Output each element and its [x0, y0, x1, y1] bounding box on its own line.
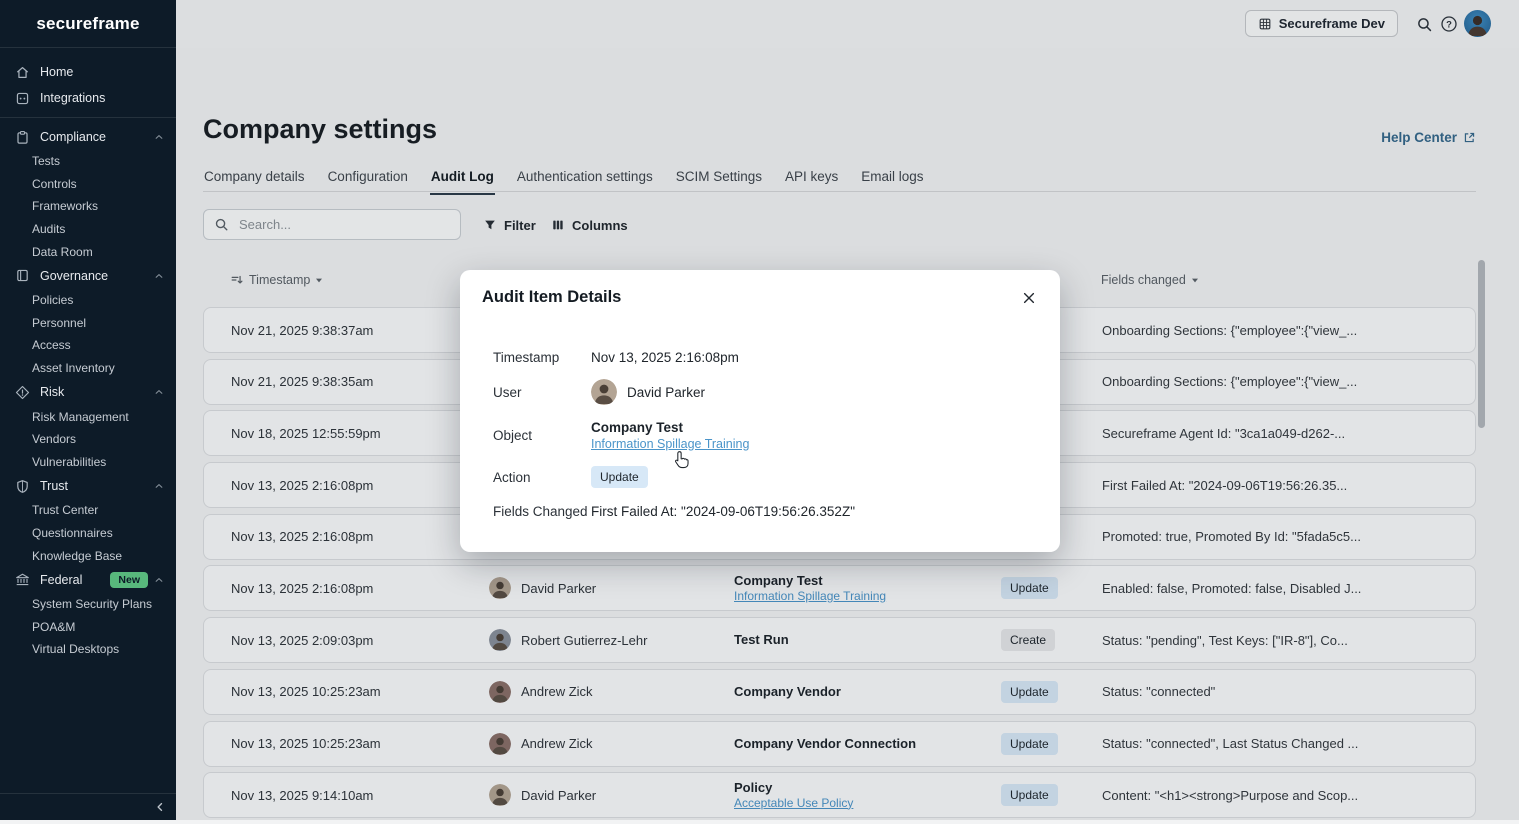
sidebar-item-label: Asset Inventory — [32, 361, 115, 375]
sidebar-item-label: Controls — [32, 177, 77, 191]
avatar — [591, 379, 617, 405]
sidebar-item-controls[interactable]: Controls — [0, 173, 176, 196]
sidebar-item-data-room[interactable]: Data Room — [0, 240, 176, 263]
sidebar-item-risk-management[interactable]: Risk Management — [0, 405, 176, 428]
sidebar-item-label: Vulnerabilities — [32, 455, 106, 469]
governance-icon — [14, 268, 30, 284]
chevron-up-icon — [154, 132, 164, 142]
sidebar-item-virtual-desktops[interactable]: Virtual Desktops — [0, 638, 176, 661]
sidebar-item-label: Federal — [40, 573, 82, 587]
modal-object-label: Object — [493, 428, 591, 443]
logo-area: secureframe — [0, 0, 176, 48]
sidebar-item-label: System Security Plans — [32, 597, 152, 611]
chevron-up-icon — [154, 271, 164, 281]
sidebar-item-label: Trust — [40, 479, 68, 493]
sidebar-item-access[interactable]: Access — [0, 334, 176, 357]
sidebar-item-vendors[interactable]: Vendors — [0, 428, 176, 451]
integrations-icon — [14, 90, 30, 106]
sidebar-item-personnel[interactable]: Personnel — [0, 312, 176, 335]
sidebar-item-label: Audits — [32, 222, 65, 236]
sidebar-item-risk[interactable]: Risk — [0, 379, 176, 405]
modal-body: Timestamp Nov 13, 2025 2:16:08pm User Da… — [493, 345, 1036, 523]
sidebar-item-label: Access — [32, 338, 71, 352]
sidebar-item-label: Virtual Desktops — [32, 642, 119, 656]
sidebar-item-questionnaires[interactable]: Questionnaires — [0, 522, 176, 545]
sidebar-item-integrations[interactable]: Integrations — [0, 85, 176, 111]
chevron-up-icon — [154, 387, 164, 397]
sidebar-item-governance[interactable]: Governance — [0, 263, 176, 289]
sidebar-item-trust[interactable]: Trust — [0, 473, 176, 499]
sidebar-item-label: Governance — [40, 269, 108, 283]
sidebar-footer — [0, 793, 176, 820]
sidebar-divider — [0, 117, 176, 118]
modal-fields-label: Fields Changed — [493, 504, 591, 519]
modal-user-value: David Parker — [627, 385, 705, 400]
sidebar: secureframe Home Integrations Compliance Te… — [0, 0, 176, 820]
home-icon — [14, 64, 30, 80]
sidebar-item-knowledge-base[interactable]: Knowledge Base — [0, 544, 176, 567]
modal-timestamp-value: Nov 13, 2025 2:16:08pm — [591, 350, 739, 365]
sidebar-item-audits[interactable]: Audits — [0, 218, 176, 241]
sidebar-item-label: Tests — [32, 154, 60, 168]
close-icon[interactable] — [1018, 287, 1040, 309]
sidebar-item-poa-m[interactable]: POA&M — [0, 616, 176, 639]
sidebar-item-frameworks[interactable]: Frameworks — [0, 195, 176, 218]
sidebar-item-label: Risk — [40, 385, 64, 399]
sidebar-item-vulnerabilities[interactable]: Vulnerabilities — [0, 451, 176, 474]
federal-icon — [14, 572, 30, 588]
modal-timestamp-label: Timestamp — [493, 350, 591, 365]
risk-icon — [14, 384, 30, 400]
modal-object-title: Company Test — [591, 419, 749, 436]
secureframe-logo[interactable]: secureframe — [36, 14, 139, 34]
sidebar-item-label: Risk Management — [32, 410, 129, 424]
sidebar-item-label: POA&M — [32, 620, 75, 634]
modal-fields-value: First Failed At: "2024-09-06T19:56:26.35… — [591, 504, 855, 519]
action-badge: Update — [591, 466, 648, 488]
sidebar-item-system-security-plans[interactable]: System Security Plans — [0, 593, 176, 616]
sidebar-item-tests[interactable]: Tests — [0, 150, 176, 173]
trust-icon — [14, 478, 30, 494]
chevron-up-icon — [154, 575, 164, 585]
modal-object-link[interactable]: Information Spillage Training — [591, 436, 749, 452]
modal-user-label: User — [493, 385, 591, 400]
sidebar-item-compliance[interactable]: Compliance — [0, 124, 176, 150]
audit-item-details-modal: Audit Item Details Timestamp Nov 13, 202… — [460, 270, 1060, 552]
modal-title: Audit Item Details — [482, 288, 621, 307]
sidebar-item-policies[interactable]: Policies — [0, 289, 176, 312]
sidebar-item-trust-center[interactable]: Trust Center — [0, 499, 176, 522]
sidebar-item-label: Data Room — [32, 245, 93, 259]
new-badge: New — [110, 572, 148, 588]
sidebar-item-home[interactable]: Home — [0, 59, 176, 85]
modal-action-label: Action — [493, 470, 591, 485]
sidebar-item-label: Integrations — [40, 91, 105, 105]
sidebar-item-label: Personnel — [32, 316, 86, 330]
sidebar-item-label: Frameworks — [32, 199, 98, 213]
sidebar-item-label: Knowledge Base — [32, 549, 122, 563]
sidebar-item-label: Trust Center — [32, 503, 98, 517]
chevron-up-icon — [154, 481, 164, 491]
sidebar-item-label: Compliance — [40, 130, 106, 144]
sidebar-item-federal[interactable]: Federal New — [0, 567, 176, 593]
sidebar-item-label: Questionnaires — [32, 526, 113, 540]
sidebar-nav: Home Integrations Compliance Tests Controls F… — [0, 48, 176, 661]
sidebar-item-label: Home — [40, 65, 73, 79]
sidebar-item-label: Vendors — [32, 432, 76, 446]
sidebar-item-label: Policies — [32, 293, 73, 307]
scrollbar-thumb[interactable] — [1478, 260, 1485, 428]
sidebar-collapse-button[interactable] — [154, 801, 166, 813]
compliance-icon — [14, 129, 30, 145]
sidebar-item-asset-inventory[interactable]: Asset Inventory — [0, 357, 176, 380]
